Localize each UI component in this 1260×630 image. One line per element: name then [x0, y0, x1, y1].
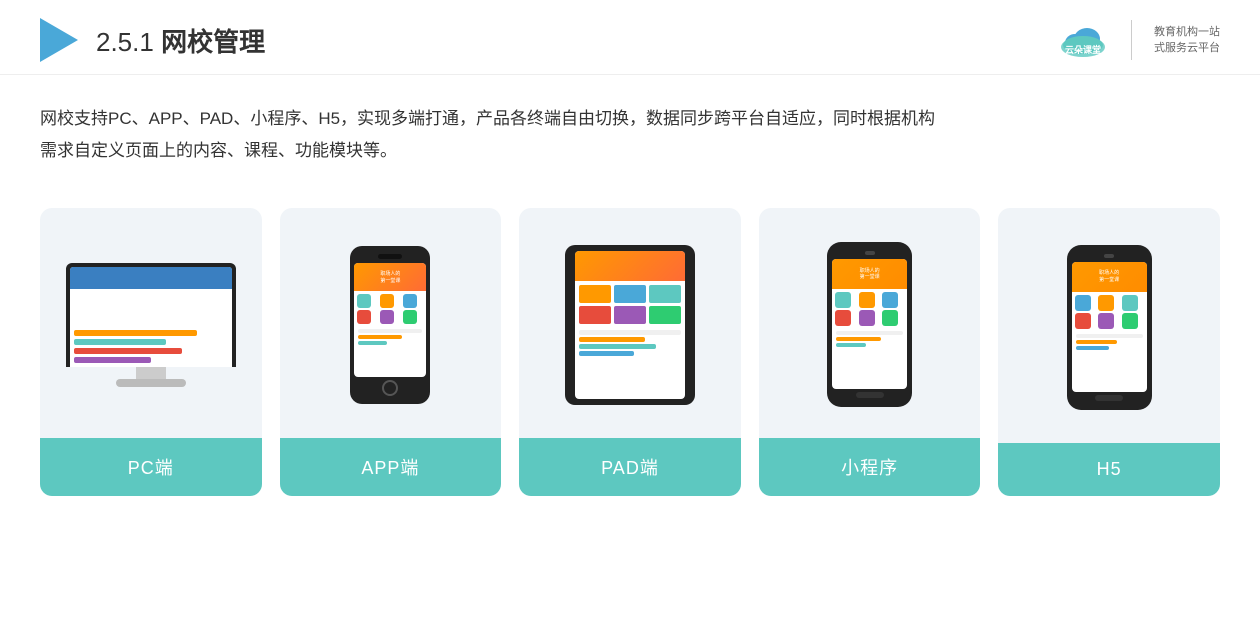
card-miniprogram: 职场人的第一堂课: [759, 208, 981, 496]
card-pad-image: [519, 208, 741, 438]
brand-text-block: 教育机构一站 式服务云平台: [1154, 24, 1220, 57]
card-pad: PAD端: [519, 208, 741, 496]
card-h5-image: 职场人的第一堂课: [998, 208, 1220, 443]
brand-slogan-line1: 教育机构一站: [1154, 24, 1220, 41]
cards-section: PC端 职场人的第一堂课: [0, 188, 1260, 516]
brand-cloud-icon: 云朵课堂: [1057, 19, 1109, 61]
card-app-image: 职场人的第一堂课: [280, 208, 502, 438]
svg-text:云朵课堂: 云朵课堂: [1065, 44, 1101, 55]
description-line1: 网校支持PC、APP、PAD、小程序、H5，实现多端打通，产品各终端自由切换，数…: [40, 103, 1220, 135]
brand-triangle-icon: [40, 18, 78, 62]
brand-divider: [1131, 20, 1132, 60]
brand-logo: 云朵课堂 教育机构一站 式服务云平台: [1057, 19, 1220, 61]
description-block: 网校支持PC、APP、PAD、小程序、H5，实现多端打通，产品各终端自由切换，数…: [0, 75, 1260, 178]
pc-mockup: [66, 263, 236, 387]
card-pc-image: [40, 208, 262, 438]
card-h5: 职场人的第一堂课: [998, 208, 1220, 496]
card-h5-label: H5: [998, 443, 1220, 496]
card-miniprogram-label: 小程序: [759, 438, 981, 496]
pad-mockup: [565, 245, 695, 405]
section-number: 2.5.1: [96, 27, 154, 57]
mini-phone-mockup-mp: 职场人的第一堂课: [827, 242, 912, 407]
page-title: 2.5.1 网校管理: [96, 22, 265, 59]
page-header: 2.5.1 网校管理 云朵课堂 教育机构一站 式服务云平台: [0, 0, 1260, 75]
card-pad-label: PAD端: [519, 438, 741, 496]
description-line2: 需求自定义页面上的内容、课程、功能模块等。: [40, 135, 1220, 167]
title-text: 网校管理: [161, 27, 265, 57]
card-pc-label: PC端: [40, 438, 262, 496]
card-miniprogram-image: 职场人的第一堂课: [759, 208, 981, 438]
card-pc: PC端: [40, 208, 262, 496]
phone-mockup-app: 职场人的第一堂课: [350, 246, 430, 404]
mini-phone-mockup-h5: 职场人的第一堂课: [1067, 245, 1152, 410]
card-app: 职场人的第一堂课: [280, 208, 502, 496]
brand-slogan-line2: 式服务云平台: [1154, 40, 1220, 57]
card-app-label: APP端: [280, 438, 502, 496]
